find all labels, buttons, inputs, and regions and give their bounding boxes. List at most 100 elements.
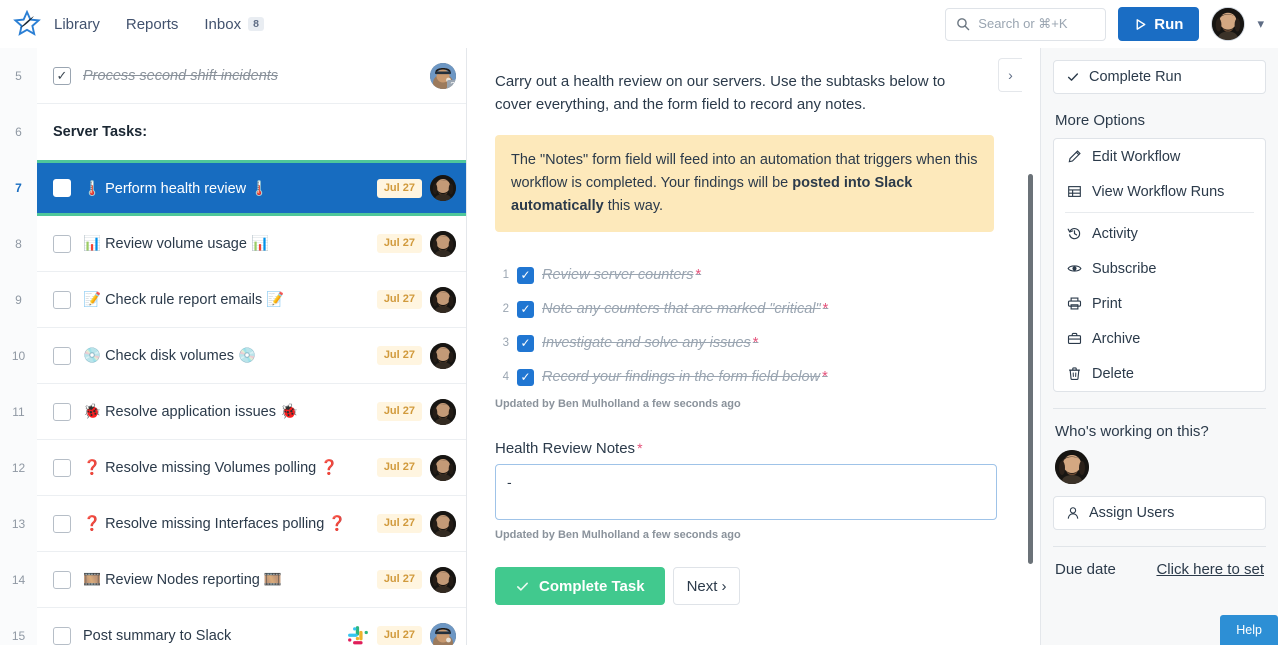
history-icon: [1067, 226, 1082, 241]
subtask-number: 4: [502, 371, 509, 384]
task-assignee-avatar[interactable]: [430, 398, 456, 425]
subtask-label: Record your findings in the form field b…: [542, 369, 828, 386]
options-menu-card: Edit Workflow View Workflow Runs Activit…: [1053, 138, 1266, 392]
main-body: 5 ✓ Process second shift incidents 2 6 Server…: [0, 48, 1278, 645]
task-assignee-avatar[interactable]: [430, 566, 456, 593]
user-icon: [1066, 506, 1080, 520]
menu-item-edit-workflow[interactable]: Edit Workflow: [1054, 139, 1265, 174]
task-assignee-avatar[interactable]: [430, 510, 456, 537]
task-checkbox[interactable]: [53, 402, 71, 421]
task-row[interactable]: 6 Server Tasks:: [15, 104, 466, 160]
menu-item-delete[interactable]: Delete: [1054, 356, 1265, 391]
check-icon: [515, 579, 530, 594]
task-row-number: 12: [11, 460, 26, 475]
assignee-avatar[interactable]: [1055, 450, 1089, 484]
required-asterisk: *: [822, 369, 828, 386]
notes-textarea[interactable]: [495, 464, 997, 521]
content-scrollbar[interactable]: [1028, 174, 1033, 564]
task-due-pill[interactable]: Jul 27: [376, 514, 422, 533]
complete-task-button[interactable]: Complete Task: [495, 567, 665, 606]
menu-item-print[interactable]: Print: [1054, 286, 1265, 321]
task-checkbox[interactable]: [53, 346, 71, 365]
task-checkbox[interactable]: [53, 626, 71, 645]
collapse-panel-chevron-right-icon[interactable]: ›: [998, 58, 1022, 92]
subtask-checkbox[interactable]: ✓: [517, 368, 534, 386]
task-assignee-avatar[interactable]: [430, 622, 456, 645]
task-row-number: 8: [15, 236, 22, 251]
required-asterisk: *: [637, 440, 643, 457]
menu-item-archive[interactable]: Archive: [1054, 321, 1265, 356]
task-row[interactable]: 5 ✓ Process second shift incidents 2: [15, 48, 466, 104]
task-row[interactable]: 11 🐞 Resolve application issues 🐞 Jul 27: [12, 384, 466, 440]
assign-users-button[interactable]: Assign Users: [1053, 496, 1266, 530]
task-row[interactable]: 7 🌡️ Perform health review 🌡️ Jul 27: [15, 160, 466, 216]
task-row[interactable]: 8 📊 Review volume usage 📊 Jul 27: [15, 216, 466, 272]
menu-item-view-workflow-runs[interactable]: View Workflow Runs: [1054, 174, 1265, 209]
task-row[interactable]: 9 📝 Check rule report emails 📝 Jul 27: [15, 272, 466, 328]
task-due-pill[interactable]: Jul 27: [376, 290, 422, 309]
task-row[interactable]: 12 ❓ Resolve missing Volumes polling ❓ Jul…: [12, 440, 466, 496]
trash-icon: [1067, 366, 1082, 381]
nav-reports[interactable]: Reports: [126, 12, 179, 37]
task-due-pill[interactable]: Jul 27: [376, 570, 422, 589]
notes-updated-text: Updated by Ben Mulholland a few seconds …: [495, 529, 741, 542]
run-button-label: Run: [1154, 15, 1184, 33]
subtask-row[interactable]: 3 ✓ Investigate and solve any issues *: [495, 326, 994, 360]
complete-run-button[interactable]: Complete Run: [1053, 60, 1266, 94]
task-checkbox[interactable]: [53, 458, 71, 477]
task-row-meta: 2: [430, 62, 456, 89]
task-due-pill[interactable]: Jul 27: [376, 346, 422, 365]
chevron-down-icon[interactable]: ▾: [1257, 16, 1264, 32]
task-row[interactable]: 14 🎞️ Review Nodes reporting 🎞️ Jul 27: [12, 552, 466, 608]
task-due-pill[interactable]: Jul 27: [376, 626, 422, 645]
task-checkbox[interactable]: ✓: [53, 66, 71, 85]
task-assignee-avatar[interactable]: [430, 175, 456, 201]
subtask-checkbox[interactable]: ✓: [517, 266, 534, 284]
task-row-label: Post summary to Slack: [83, 627, 232, 644]
menu-label: Edit Workflow: [1092, 148, 1181, 165]
subtask-row[interactable]: 2 ✓ Note any counters that are marked "cri…: [495, 292, 994, 326]
subtask-row[interactable]: 1 ✓ Review server counters *: [495, 258, 994, 292]
subtask-number: 1: [502, 269, 509, 282]
task-assignee-avatar[interactable]: [430, 230, 456, 257]
slack-icon: [347, 625, 369, 645]
menu-item-activity[interactable]: Activity: [1054, 216, 1265, 251]
task-due-pill[interactable]: Jul 27: [376, 178, 422, 198]
task-checkbox[interactable]: [53, 570, 71, 589]
task-assignee-avatar[interactable]: [430, 286, 456, 313]
task-row[interactable]: 15 Post summary to Slack Jul 27: [12, 608, 466, 645]
subtask-checkbox[interactable]: ✓: [517, 300, 534, 318]
task-due-pill[interactable]: Jul 27: [376, 234, 422, 253]
star-logo-icon[interactable]: [10, 7, 44, 41]
task-assignee-avatar[interactable]: 2: [430, 62, 456, 89]
subtask-row[interactable]: 4 ✓ Record your findings in the form field…: [495, 360, 994, 394]
app-root: Library Reports Inbox 8 Search or ⌘+K Ru…: [0, 0, 1278, 645]
top-navigation-bar: Library Reports Inbox 8 Search or ⌘+K Ru…: [0, 0, 1278, 48]
nav-inbox[interactable]: Inbox 8: [204, 12, 264, 37]
task-checkbox[interactable]: [53, 514, 71, 533]
run-button[interactable]: Run: [1118, 7, 1200, 41]
task-assignee-avatar[interactable]: [430, 454, 456, 481]
task-due-pill[interactable]: Jul 27: [376, 458, 422, 477]
menu-item-subscribe[interactable]: Subscribe: [1054, 251, 1265, 286]
task-due-pill[interactable]: Jul 27: [376, 402, 422, 421]
due-date-set-link[interactable]: Click here to set: [1156, 561, 1264, 578]
next-task-button[interactable]: Next ›: [672, 567, 741, 606]
subtask-checkbox[interactable]: ✓: [517, 334, 534, 352]
task-row-number: 11: [12, 404, 25, 419]
task-checkbox[interactable]: [53, 290, 71, 309]
chevron-right-icon: ›: [721, 577, 727, 595]
task-checkbox[interactable]: [53, 179, 71, 197]
search-input[interactable]: Search or ⌘+K: [945, 7, 1107, 41]
task-row[interactable]: 13 ❓ Resolve missing Interfaces polling ❓…: [12, 496, 466, 552]
user-avatar[interactable]: [1211, 7, 1246, 41]
options-sidebar: Complete Run More Options Edit Workflow: [1040, 48, 1278, 645]
task-assignee-avatar[interactable]: [430, 342, 456, 369]
help-button[interactable]: Help: [1220, 615, 1278, 645]
task-row[interactable]: 10 💿 Check disk volumes 💿 Jul 27: [12, 328, 466, 384]
task-checkbox[interactable]: [53, 234, 71, 253]
inbox-count-badge: 8: [248, 16, 264, 32]
required-asterisk: *: [822, 301, 829, 318]
nav-library[interactable]: Library: [54, 12, 100, 37]
nav-right-group: Search or ⌘+K Run ▾: [945, 7, 1264, 41]
